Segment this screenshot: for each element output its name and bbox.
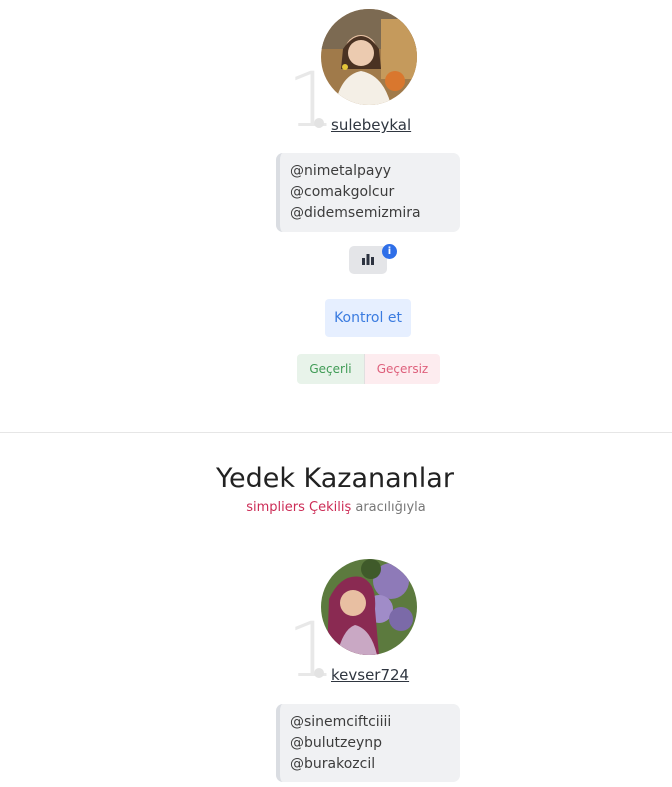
- mention-item: @didemsemizmira: [290, 205, 421, 221]
- section-divider: [0, 432, 672, 433]
- mentions-box: @nimetalpayy @comakgolcur @didemsemizmir…: [276, 153, 460, 232]
- section-subtitle: simpliers Çekiliş aracılığıyla: [0, 500, 672, 515]
- rank-dot: [314, 118, 324, 128]
- mention-item: @sinemciftciiii: [290, 714, 392, 730]
- mention-item: @burakozcil: [290, 756, 376, 772]
- avatar-photo: [321, 9, 417, 105]
- mention-item: @nimetalpayy: [290, 163, 392, 179]
- section-title: Yedek Kazananlar: [216, 463, 454, 494]
- brand-link[interactable]: simpliers: [246, 500, 305, 515]
- valid-button[interactable]: Geçerli: [297, 354, 365, 384]
- winner-username-link[interactable]: sulebeykal: [331, 116, 411, 134]
- mention-item: @comakgolcur: [290, 184, 395, 200]
- mention-item: @bulutzeynp: [290, 735, 383, 751]
- rank-dot: [314, 668, 324, 678]
- check-button[interactable]: Kontrol et: [325, 299, 411, 337]
- winner-username-link[interactable]: kevser724: [331, 666, 409, 684]
- invalid-button[interactable]: Geçersiz: [365, 354, 440, 384]
- avatar-photo: [321, 559, 417, 655]
- giveaway-link[interactable]: Çekiliş: [309, 500, 351, 515]
- avatar[interactable]: [321, 559, 417, 655]
- info-icon[interactable]: i: [382, 244, 397, 259]
- mentions-box: @sinemciftciiii @bulutzeynp @burakozcil: [276, 704, 460, 782]
- avatar[interactable]: [321, 9, 417, 105]
- subtitle-suffix: aracılığıyla: [355, 500, 426, 515]
